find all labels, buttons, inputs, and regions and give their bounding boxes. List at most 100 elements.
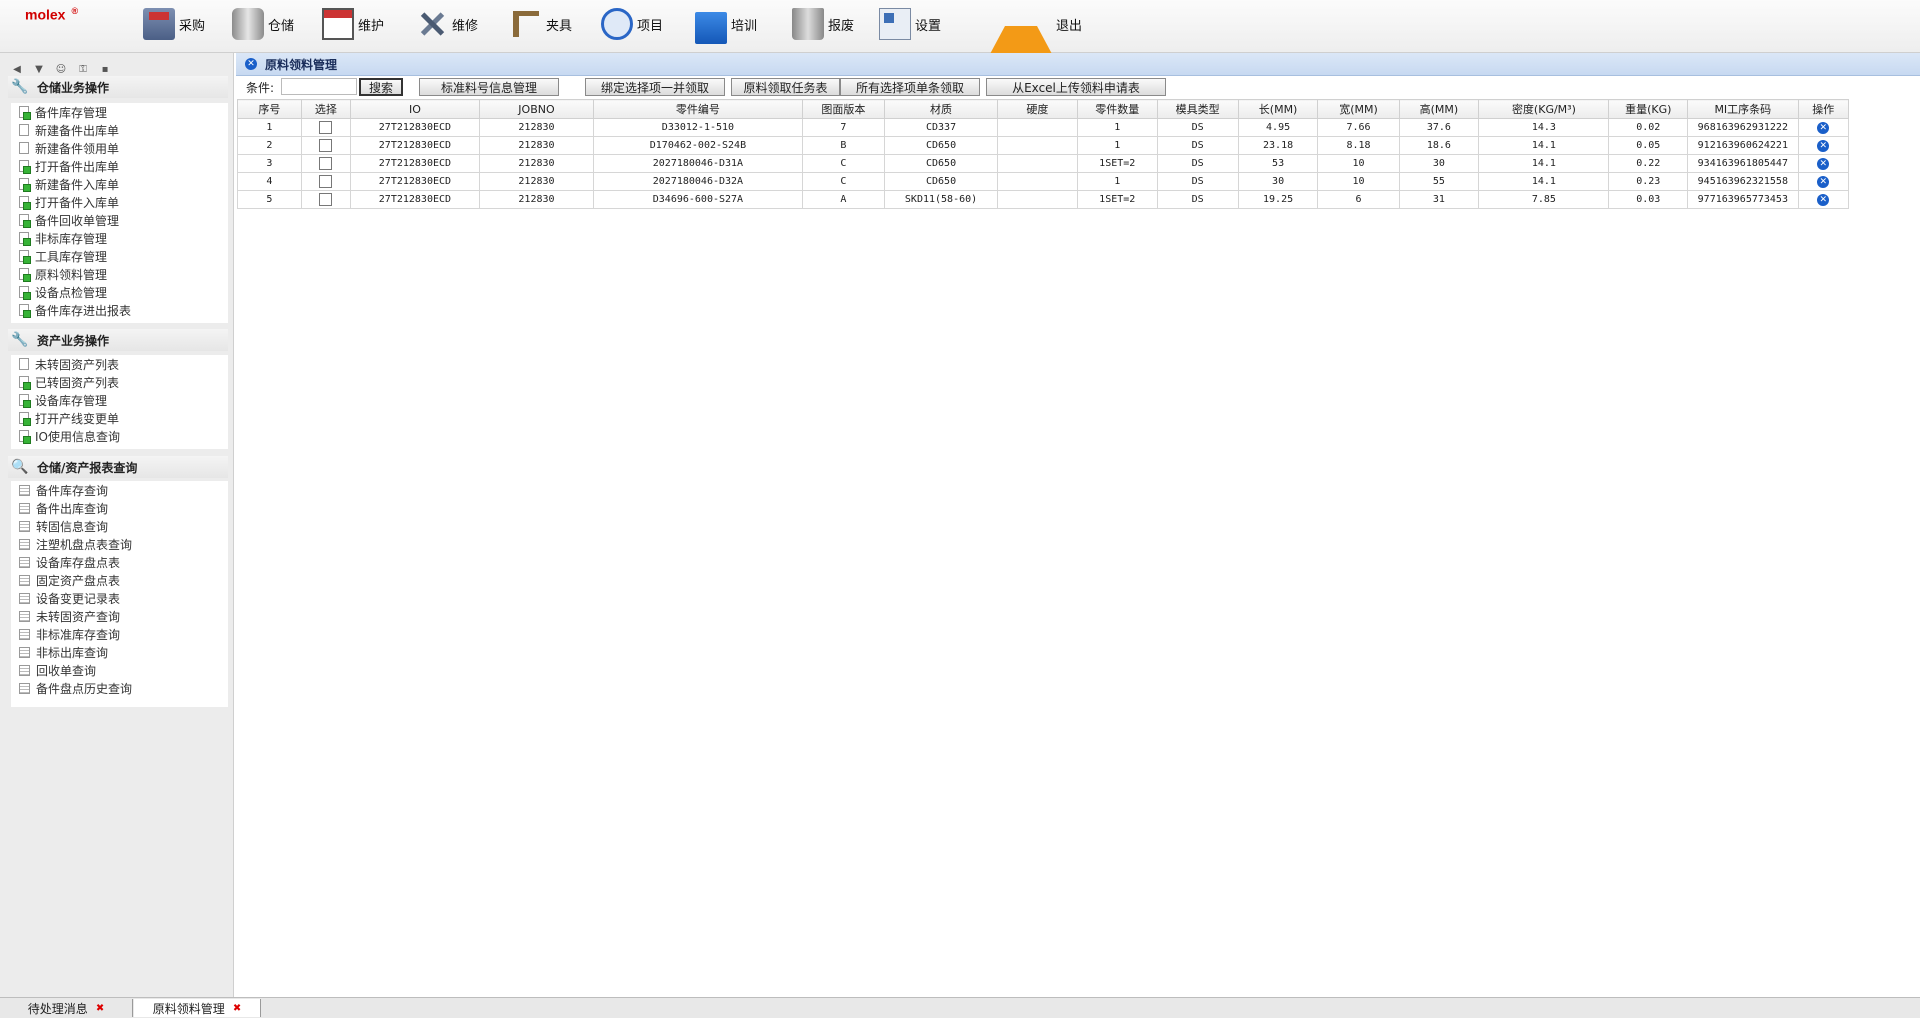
tab-material-picking[interactable]: 原料领料管理 ✖	[134, 999, 261, 1017]
column-header[interactable]: 硬度	[997, 99, 1078, 119]
sidebar-item[interactable]: 未转固资产列表	[11, 355, 228, 373]
section-warehouse-ops[interactable]: 🔧 仓储业务操作	[8, 76, 228, 98]
close-icon[interactable]: ✕	[245, 58, 257, 70]
sidebar-item[interactable]: 设备库存盘点表	[11, 553, 228, 571]
sidebar-item[interactable]: 非标出库查询	[11, 643, 228, 661]
std-material-button[interactable]: 标准料号信息管理	[419, 78, 559, 96]
column-header[interactable]: 高(MM)	[1398, 99, 1480, 119]
calendar-icon	[322, 8, 354, 40]
nav-logout-button[interactable]: 退出	[990, 6, 1082, 54]
clamp-icon	[510, 8, 542, 40]
row-checkbox[interactable]	[319, 121, 333, 134]
table-icon	[19, 538, 30, 550]
column-header[interactable]: 零件编号	[593, 99, 803, 119]
key-icon[interactable]: ⚿	[76, 63, 90, 77]
column-header[interactable]: 操作	[1797, 99, 1850, 119]
table-row[interactable]: 3 27T212830ECD 212830 2027180046-D31A C CD650…	[237, 154, 1850, 173]
nav-warehouse-button[interactable]: 仓储	[232, 6, 294, 42]
nav-fixture-button[interactable]: 夹具	[510, 6, 572, 42]
nav-settings-button[interactable]: 设置	[879, 6, 941, 42]
column-header[interactable]: 宽(MM)	[1317, 99, 1400, 119]
column-header[interactable]: 零件数量	[1076, 99, 1158, 119]
row-checkbox[interactable]	[319, 193, 333, 206]
table-cell: 1	[1076, 172, 1158, 191]
column-header[interactable]: 模具类型	[1156, 99, 1239, 119]
sidebar-item[interactable]: 设备库存管理	[11, 391, 228, 409]
sidebar-item[interactable]: 未转固资产查询	[11, 607, 228, 625]
table-row[interactable]: 2 27T212830ECD 212830 D170462-002-S24B B CD65…	[237, 136, 1850, 155]
table-cell: 19.25	[1237, 190, 1319, 209]
chevron-down-icon[interactable]: ▼	[32, 63, 46, 77]
nav-training-button[interactable]: 培训	[695, 6, 757, 44]
tab-pending-messages[interactable]: 待处理消息 ✖	[0, 999, 133, 1017]
table-cell: DS	[1156, 172, 1239, 191]
sidebar-item[interactable]: 新建备件入库单	[11, 175, 228, 193]
sidebar-item[interactable]: 固定资产盘点表	[11, 571, 228, 589]
delete-icon[interactable]: ✕	[1817, 175, 1830, 188]
close-icon[interactable]: ✖	[96, 1003, 104, 1014]
table-cell: 2	[237, 136, 302, 155]
table-cell: DS	[1156, 154, 1239, 173]
sidebar-item[interactable]: 回收单查询	[11, 661, 228, 679]
column-header[interactable]: 重量(KG)	[1608, 99, 1689, 119]
column-header[interactable]: IO	[349, 99, 480, 119]
column-header[interactable]: 图面版本	[801, 99, 886, 119]
delete-icon[interactable]: ✕	[1817, 157, 1830, 170]
sidebar-item[interactable]: 工具库存管理	[11, 247, 228, 265]
sidebar-item[interactable]: 非标准库存查询	[11, 625, 228, 643]
sidebar-item[interactable]: 转固信息查询	[11, 517, 228, 535]
sidebar-item[interactable]: 非标库存管理	[11, 229, 228, 247]
condition-input[interactable]	[281, 78, 357, 95]
sidebar-item[interactable]: 备件回收单管理	[11, 211, 228, 229]
sidebar-item[interactable]: 备件库存管理	[11, 103, 228, 121]
message-icon[interactable]: ▪	[98, 63, 112, 77]
task-table-button[interactable]: 原料领取任务表	[731, 78, 840, 96]
bind-selected-button[interactable]: 绑定选择项一并领取	[585, 78, 725, 96]
column-header[interactable]: 序号	[237, 99, 302, 119]
row-checkbox[interactable]	[319, 175, 333, 188]
sidebar-item[interactable]: 新建备件出库单	[11, 121, 228, 139]
row-checkbox[interactable]	[319, 157, 333, 170]
sidebar-item[interactable]: 已转固资产列表	[11, 373, 228, 391]
sidebar-item[interactable]: 打开产线变更单	[11, 409, 228, 427]
column-header[interactable]: 材质	[884, 99, 999, 119]
sidebar-item[interactable]: 打开备件出库单	[11, 157, 228, 175]
table-row[interactable]: 4 27T212830ECD 212830 2027180046-D32A C CD650…	[237, 172, 1850, 191]
delete-icon[interactable]: ✕	[1817, 139, 1830, 152]
nav-repair-button[interactable]: 维修	[416, 6, 478, 42]
column-header[interactable]: 密度(KG/M³)	[1478, 99, 1610, 119]
search-button[interactable]: 搜索	[359, 78, 403, 96]
column-header[interactable]: JOBNO	[478, 99, 595, 119]
sidebar-item[interactable]: 备件库存查询	[11, 481, 228, 499]
table-row[interactable]: 5 27T212830ECD 212830 D34696-600-S27A A SKD11…	[237, 190, 1850, 209]
nav-purchase-button[interactable]: 采购	[143, 6, 205, 42]
back-icon[interactable]: ◀	[10, 63, 24, 77]
delete-icon[interactable]: ✕	[1817, 121, 1830, 134]
sidebar-item[interactable]: 备件出库查询	[11, 499, 228, 517]
sidebar-item[interactable]: 设备点检管理	[11, 283, 228, 301]
nav-scrap-button[interactable]: 报废	[787, 6, 854, 42]
sidebar-item[interactable]: IO使用信息查询	[11, 427, 228, 445]
row-checkbox[interactable]	[319, 139, 333, 152]
document-icon	[19, 286, 31, 300]
all-selected-button[interactable]: 所有选择项单条领取	[840, 78, 980, 96]
excel-upload-button[interactable]: 从Excel上传领料申请表	[986, 78, 1166, 96]
delete-icon[interactable]: ✕	[1817, 193, 1830, 206]
section-asset-ops[interactable]: 🔧 资产业务操作	[8, 329, 228, 351]
sidebar-item[interactable]: 新建备件领用单	[11, 139, 228, 157]
sidebar-item[interactable]: 注塑机盘点表查询	[11, 535, 228, 553]
column-header[interactable]: 选择	[300, 99, 351, 119]
sidebar-item[interactable]: 备件库存进出报表	[11, 301, 228, 319]
nav-maintain-button[interactable]: 维护	[322, 6, 384, 42]
sidebar-item[interactable]: 原料领料管理	[11, 265, 228, 283]
column-header[interactable]: MI工序条码	[1687, 99, 1799, 119]
table-row[interactable]: 1 27T212830ECD 212830 D33012-1-510 7 CD337 1 DS…	[237, 118, 1850, 137]
close-icon[interactable]: ✖	[233, 1003, 241, 1014]
user-icon[interactable]: ☺	[54, 63, 68, 77]
sidebar-item[interactable]: 打开备件入库单	[11, 193, 228, 211]
sidebar-item[interactable]: 备件盘点历史查询	[11, 679, 228, 697]
sidebar-item[interactable]: 设备变更记录表	[11, 589, 228, 607]
nav-project-button[interactable]: 项目	[601, 6, 663, 42]
column-header[interactable]: 长(MM)	[1237, 99, 1319, 119]
section-report-queries[interactable]: 🔍 仓储/资产报表查询	[8, 456, 228, 478]
